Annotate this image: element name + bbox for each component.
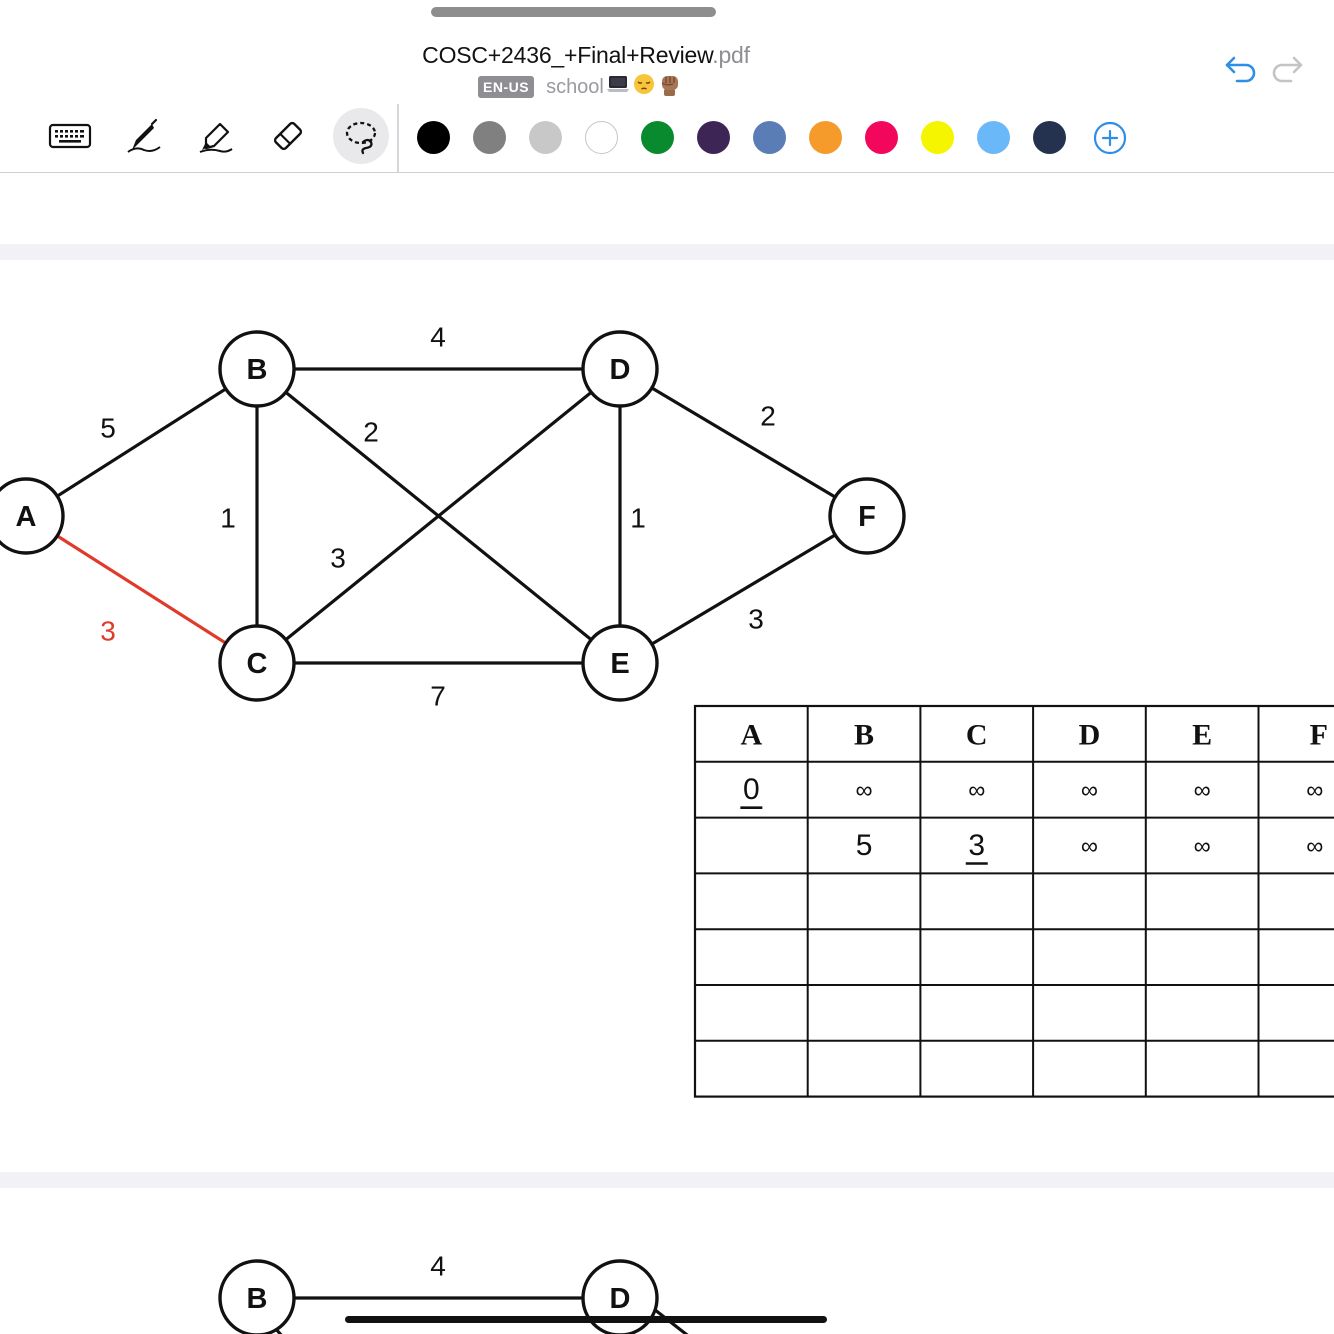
- distance-table-frame: [693, 704, 1334, 1098]
- distance-table-cell: ∞: [1306, 777, 1323, 804]
- home-indicator[interactable]: [345, 1316, 827, 1323]
- graph1-edge-AC: [25, 514, 258, 665]
- document-page-canvas[interactable]: 5 3 1 4 2 3 7 1 2 3 A B C D E F A B C D E F 0 ∞ ∞ ∞ ∞ ∞ 5 3 ∞ ∞ ∞ 4 B D: [0, 0, 1334, 1334]
- distance-table-header-C: C: [966, 718, 988, 751]
- graph1-node-label-D: D: [610, 354, 631, 386]
- graph1-node-label-E: E: [610, 648, 629, 680]
- graph1-edge-weight-BD: 4: [430, 322, 446, 353]
- graph1-edge-AB: [25, 367, 258, 518]
- distance-table-cell: ∞: [1194, 833, 1211, 860]
- graph1-edge-weight-AB: 5: [100, 413, 116, 444]
- graph1-edge-DF: [619, 367, 868, 518]
- graph1-edge-weight-DE: 1: [630, 503, 646, 534]
- distance-table-header-F: F: [1310, 718, 1328, 751]
- graph1-edge-EF: [619, 514, 868, 665]
- graph2-node-label-B: B: [247, 1283, 268, 1315]
- graph1-edge-weight-DF: 2: [760, 401, 776, 432]
- graph1-edge-weight-EF: 3: [748, 604, 764, 635]
- distance-table-cell: ∞: [1081, 777, 1098, 804]
- distance-table-header-E: E: [1192, 718, 1212, 751]
- graph1-edge-weight-BC: 1: [220, 503, 236, 534]
- graph1-edge-weight-CE: 7: [430, 681, 446, 712]
- distance-table-cell: ∞: [1081, 833, 1098, 860]
- graph2-edge-weight-BD: 4: [430, 1251, 446, 1282]
- graph1-node-label-A: A: [16, 501, 37, 533]
- graph1-node-label-C: C: [247, 648, 268, 680]
- distance-table-cell: ∞: [1194, 777, 1211, 804]
- distance-table-cell: ∞: [968, 777, 985, 804]
- distance-table-cell: ∞: [855, 777, 872, 804]
- graph1-edge-weight-AC: 3: [100, 616, 116, 647]
- distance-table-cell: 5: [856, 829, 873, 862]
- graph1-node-label-F: F: [858, 501, 876, 533]
- graph1-node-label-B: B: [247, 354, 268, 386]
- distance-table-cell: ∞: [1306, 833, 1323, 860]
- graph1-edge-weight-CD: 3: [330, 543, 346, 574]
- distance-table-cell: 3: [968, 829, 985, 862]
- distance-table-header-B: B: [854, 718, 874, 751]
- distance-table-header-A: A: [741, 718, 763, 751]
- graph1-edge-weight-BE: 2: [363, 417, 379, 448]
- graph2-node-label-D: D: [610, 1283, 631, 1315]
- distance-table-cell: 0: [743, 773, 760, 806]
- distance-table-header-D: D: [1079, 718, 1101, 751]
